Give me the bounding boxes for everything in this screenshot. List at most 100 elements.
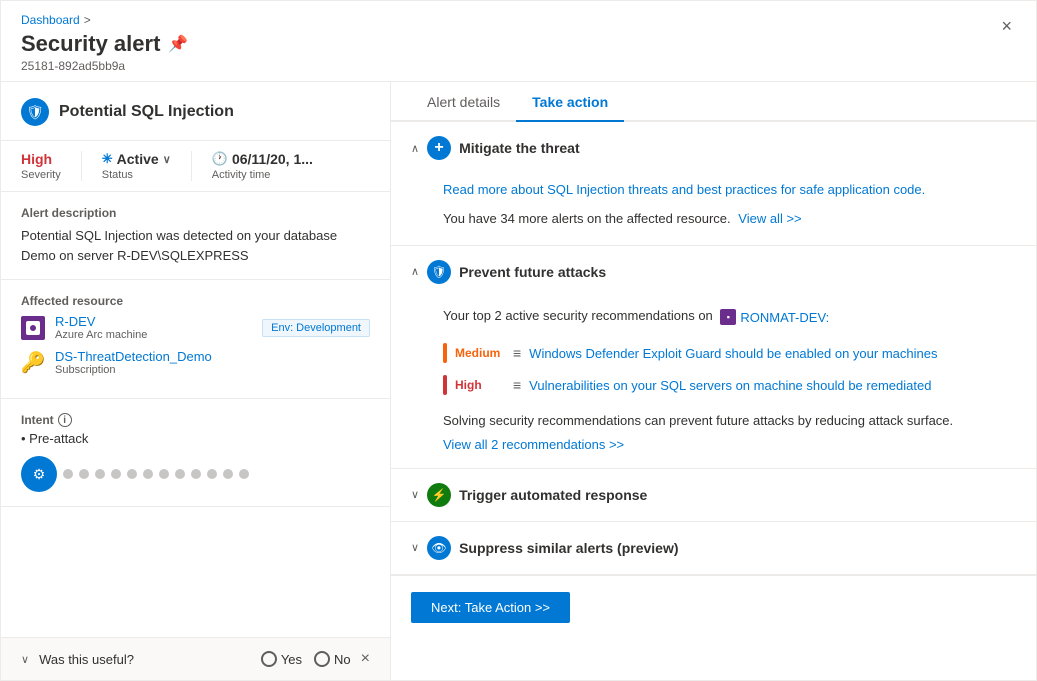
tab-alert-details[interactable]: Alert details [411, 82, 516, 122]
accordion-trigger: ∨ ⚡ Trigger automated response [391, 469, 1036, 522]
prevent-icon: 🛡 [427, 260, 451, 284]
intent-value: • Pre-attack [21, 431, 370, 446]
view-recs-link[interactable]: View all 2 recommendations >> [443, 437, 624, 452]
accordion-prevent: ∧ 🛡 Prevent future attacks Your top 2 ac… [391, 246, 1036, 469]
resource-item-ds: 🔑 DS-ThreatDetection_Demo Subscription [21, 349, 370, 376]
severity-label: Severity [21, 169, 61, 181]
medium-label: Medium [455, 346, 505, 360]
no-radio[interactable] [314, 651, 330, 667]
header: Dashboard > Security alert 📌 25181-892ad… [1, 1, 1036, 82]
clock-icon: 🕐 [212, 151, 228, 167]
mitigate-title: Mitigate the threat [459, 140, 580, 156]
dot-11 [223, 469, 233, 479]
alert-title-section: 🛡 Potential SQL Injection [1, 82, 390, 141]
resource-rdev-info: R-DEV Azure Arc machine [55, 314, 252, 341]
meta-row: High Severity ✳ Active ∨ Status 🕐 06/11/… [1, 141, 390, 192]
accordion-trigger-header[interactable]: ∨ ⚡ Trigger automated response [391, 469, 1036, 521]
intent-section: Intent i • Pre-attack ⚙ [1, 399, 390, 507]
no-label: No [334, 652, 351, 667]
rdev-link[interactable]: R-DEV [55, 314, 95, 329]
status-value: ✳ Active ∨ [102, 151, 171, 167]
dot-9 [191, 469, 201, 479]
trigger-chevron-icon: ∨ [411, 488, 419, 501]
right-panel: Alert details Take action ∧ + Mitigate t… [391, 82, 1036, 680]
ronmat-text: RONMAT-DEV: [740, 308, 829, 328]
prevent-title: Prevent future attacks [459, 264, 606, 280]
dot-7 [159, 469, 169, 479]
rec-link-high[interactable]: Vulnerabilities on your SQL servers on m… [529, 378, 931, 393]
rec-link-medium[interactable]: Windows Defender Exploit Guard should be… [529, 346, 937, 361]
feedback-close-button[interactable]: × [361, 650, 370, 668]
prevent-chevron-icon: ∧ [411, 265, 419, 278]
dot-3 [95, 469, 105, 479]
severity-value: High [21, 151, 61, 167]
status-label: Status [102, 169, 171, 181]
status-spinning-icon: ✳ [102, 151, 113, 167]
feedback-yes-option[interactable]: Yes [261, 651, 302, 667]
dots-row: ⚙ [21, 456, 370, 492]
right-content: ∧ + Mitigate the threat Read more about … [391, 122, 1036, 680]
intent-info-icon[interactable]: i [58, 413, 72, 427]
yes-radio[interactable] [261, 651, 277, 667]
list-icon-high: ≡ [513, 377, 521, 393]
feedback-text: Was this useful? [39, 652, 251, 667]
feedback-no-option[interactable]: No [314, 651, 351, 667]
trigger-title: Trigger automated response [459, 487, 647, 503]
accordion-prevent-header[interactable]: ∧ 🛡 Prevent future attacks [391, 246, 1036, 298]
dot-12 [239, 469, 249, 479]
status-text: Active [117, 151, 159, 167]
description-title: Alert description [21, 206, 370, 220]
status-chevron-icon[interactable]: ∨ [163, 153, 171, 166]
breadcrumb-separator: > [84, 13, 91, 27]
rec-row-medium: Medium ≡ Windows Defender Exploit Guard … [443, 337, 1016, 369]
accordion-suppress-header[interactable]: ∨ 👁 Suppress similar alerts (preview) [391, 522, 1036, 574]
next-btn-row: Next: Take Action >> [391, 575, 1036, 639]
env-badge: Env: Development [262, 319, 370, 337]
view-all-link[interactable]: View all >> [738, 211, 801, 226]
resource-item-rdev: R-DEV Azure Arc machine Env: Development [21, 314, 370, 341]
accordion-suppress: ∨ 👁 Suppress similar alerts (preview) [391, 522, 1036, 575]
header-left: Dashboard > Security alert 📌 25181-892ad… [21, 13, 188, 73]
dot-1 [63, 469, 73, 479]
suppress-title: Suppress similar alerts (preview) [459, 540, 678, 556]
prevent-footer-text: Solving security recommendations can pre… [443, 413, 953, 428]
left-panel: 🛡 Potential SQL Injection High Severity … [1, 82, 391, 680]
trigger-icon: ⚡ [427, 483, 451, 507]
accordion-mitigate-body: Read more about SQL Injection threats an… [391, 174, 1036, 245]
accordion-prevent-body: Your top 2 active security recommendatio… [391, 298, 1036, 468]
mitigate-link[interactable]: Read more about SQL Injection threats an… [443, 182, 925, 197]
pin-icon[interactable]: 📌 [168, 34, 188, 54]
activity-item: 🕐 06/11/20, 1... Activity time [212, 151, 313, 181]
accordion-mitigate-header[interactable]: ∧ + Mitigate the threat [391, 122, 1036, 174]
ronmat-link[interactable]: ▪ RONMAT-DEV: [720, 308, 829, 328]
intent-title-text: Intent [21, 413, 54, 427]
medium-severity-bar [443, 343, 447, 363]
key-icon: 🔑 [21, 351, 45, 375]
view-recs-container: View all 2 recommendations >> [443, 437, 1016, 452]
breadcrumb-link[interactable]: Dashboard [21, 13, 80, 27]
suppress-icon: 👁 [427, 536, 451, 560]
dot-4 [111, 469, 121, 479]
mitigate-icon: + [427, 136, 451, 160]
activity-text: 06/11/20, 1... [232, 151, 313, 167]
breadcrumb: Dashboard > [21, 13, 188, 27]
close-button[interactable]: × [997, 13, 1016, 39]
high-severity-bar [443, 375, 447, 395]
resource-title: Affected resource [21, 294, 370, 308]
prevent-footer: Solving security recommendations can pre… [443, 411, 1016, 431]
tab-take-action[interactable]: Take action [516, 82, 624, 122]
mitigate-info-text: You have 34 more alerts on the affected … [443, 211, 731, 226]
ds-link[interactable]: DS-ThreatDetection_Demo [55, 349, 212, 364]
high-label: High [455, 378, 505, 392]
dot-10 [207, 469, 217, 479]
rdev-sub: Azure Arc machine [55, 329, 252, 341]
mitigate-chevron-icon: ∧ [411, 142, 419, 155]
arc-machine-icon [21, 316, 45, 340]
rec-intro-text: Your top 2 active security recommendatio… [443, 308, 713, 323]
dot-6 [143, 469, 153, 479]
feedback-chevron-icon[interactable]: ∨ [21, 653, 29, 666]
tabs: Alert details Take action [391, 82, 1036, 122]
next-button[interactable]: Next: Take Action >> [411, 592, 570, 623]
dot-2 [79, 469, 89, 479]
severity-item: High Severity [21, 151, 82, 181]
